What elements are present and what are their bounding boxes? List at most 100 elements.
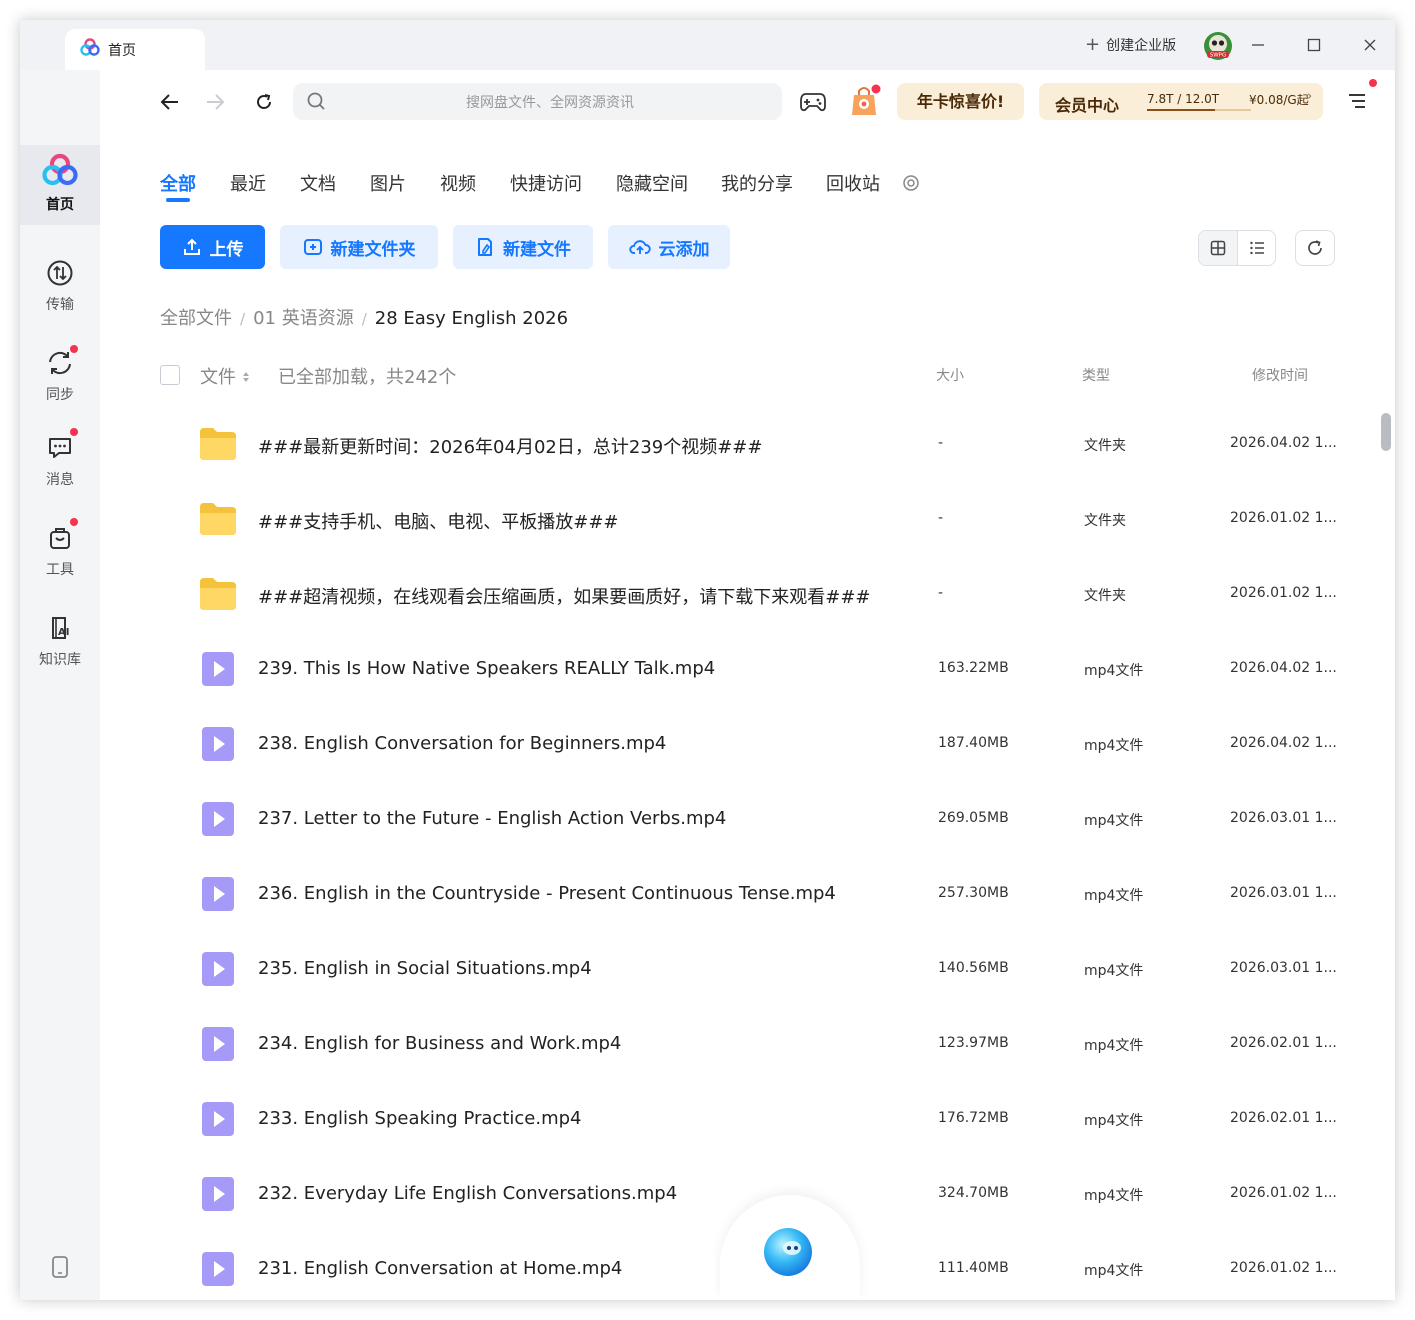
upload-label: 上传 (209, 239, 244, 260)
type-column-header[interactable]: 类型 (1082, 365, 1110, 385)
file-name: 232. Everyday Life English Conversations… (258, 1183, 678, 1204)
tab-hidden-space[interactable]: 隐藏空间 (616, 170, 688, 196)
file-row[interactable]: 239. This Is How Native Speakers REALLY … (160, 633, 1360, 708)
sidebar-item-label: 工具 (46, 562, 74, 578)
tab-images[interactable]: 图片 (370, 170, 406, 196)
modified-column-header[interactable]: 修改时间 (1252, 365, 1308, 385)
file-row[interactable]: 237. Letter to the Future - English Acti… (160, 783, 1360, 858)
new-file-label: 新建文件 (503, 239, 571, 260)
tab-recycle-bin[interactable]: 回收站 (826, 170, 880, 196)
minimize-button[interactable] (1245, 32, 1271, 58)
sidebar-item-messages[interactable]: 消息 (20, 420, 100, 500)
storage-progress-fill (1147, 109, 1215, 111)
baidu-netdisk-logo-icon (42, 153, 78, 186)
close-button[interactable] (1357, 32, 1383, 58)
sidebar-item-label: 消息 (46, 472, 74, 488)
file-modified: 2026.04.02 1... (1230, 660, 1337, 676)
video-file-icon (198, 725, 238, 763)
file-row[interactable]: ###超清视频，在线观看会压缩画质，如果要画质好，请下载下来观看### - 文件夹 2… (160, 558, 1360, 633)
file-name: ###超清视频，在线观看会压缩画质，如果要画质好，请下载下来观看### (258, 587, 871, 608)
new-folder-button[interactable]: 新建文件夹 (280, 225, 438, 269)
file-row[interactable]: ###支持手机、电脑、电视、平板播放### - 文件夹 2026.01.02 1... (160, 483, 1360, 558)
file-modified: 2026.04.02 1... (1230, 735, 1337, 751)
gift-bag-icon[interactable] (849, 82, 883, 118)
file-type: mp4文件 (1084, 888, 1144, 904)
file-row[interactable]: 234. English for Business and Work.mp4 12… (160, 1008, 1360, 1083)
search-input[interactable] (333, 83, 767, 122)
file-row[interactable]: 236. English in the Countryside - Presen… (160, 858, 1360, 933)
sidebar-item-tools[interactable]: 工具 (20, 510, 100, 590)
select-all-checkbox[interactable] (160, 365, 180, 385)
sidebar-item-knowledge[interactable]: AI 知识库 (20, 600, 100, 680)
plus-icon: + (1085, 34, 1101, 55)
sidebar-item-label: 传输 (46, 297, 74, 313)
sidebar-item-home[interactable]: 首页 (20, 145, 100, 225)
sidebar-item-sync[interactable]: 同步 (20, 335, 100, 415)
file-name: 236. English in the Countryside - Presen… (258, 883, 836, 904)
reload-button[interactable] (249, 90, 279, 114)
tab-settings-icon[interactable] (902, 174, 920, 192)
tab-documents[interactable]: 文档 (300, 170, 336, 196)
forward-button[interactable] (200, 90, 230, 114)
file-name: 238. English Conversation for Beginners.… (258, 733, 667, 754)
ai-assistant-icon[interactable] (762, 1226, 814, 1278)
file-row[interactable]: 233. English Speaking Practice.mp4 176.72… (160, 1083, 1360, 1158)
tab-recent[interactable]: 最近 (230, 170, 266, 196)
sidebar-item-label: 同步 (46, 387, 74, 403)
sync-icon (49, 351, 71, 375)
search-bar (293, 83, 782, 122)
file-row[interactable]: 235. English in Social Situations.mp4 140… (160, 933, 1360, 1008)
file-size: 140.56MB (938, 960, 1009, 976)
storage-price: ¥0.08/G起 (1249, 93, 1309, 107)
file-column-header[interactable]: 文件 (200, 363, 250, 389)
file-size: 111.40MB (938, 1260, 1009, 1276)
tab-quick-access[interactable]: 快捷访问 (510, 170, 582, 196)
file-row[interactable]: ###最新更新时间：2026年04月02日，总计239个视频### - 文件夹 202… (160, 408, 1360, 483)
grid-view-button[interactable] (1199, 231, 1238, 265)
refresh-icon (1308, 240, 1322, 255)
file-type: mp4文件 (1084, 738, 1144, 754)
file-row[interactable]: 238. English Conversation for Beginners.… (160, 708, 1360, 783)
close-icon (1364, 39, 1376, 51)
file-type: mp4文件 (1084, 663, 1144, 679)
tab-my-shares[interactable]: 我的分享 (721, 170, 793, 196)
breadcrumb-all-files[interactable]: 全部文件 (160, 308, 232, 329)
vip-title: 会员中心 (1055, 96, 1120, 115)
sync-badge (70, 345, 78, 353)
size-column-header[interactable]: 大小 (936, 365, 964, 385)
sidebar-item-transfer[interactable]: 传输 (20, 245, 100, 325)
tab-home[interactable]: 首页 (65, 29, 205, 70)
folder-icon (198, 500, 238, 538)
phone-icon[interactable] (51, 1256, 69, 1278)
create-enterprise-button[interactable]: + 创建企业版 (1085, 35, 1176, 55)
maximize-button[interactable] (1301, 32, 1327, 58)
video-file-icon (198, 800, 238, 838)
svg-text:AI: AI (58, 627, 69, 638)
scrollbar[interactable] (1381, 413, 1391, 451)
file-modified: 2026.02.01 1... (1230, 1035, 1337, 1051)
file-size: - (938, 435, 944, 451)
tab-videos[interactable]: 视频 (440, 170, 476, 196)
maximize-icon (1307, 38, 1321, 52)
chevron-right-icon: › (1307, 89, 1313, 104)
cloud-upload-icon (628, 240, 651, 254)
tab-all[interactable]: 全部 (160, 170, 196, 196)
cloud-add-button[interactable]: 云添加 (608, 225, 730, 269)
list-view-button[interactable] (1238, 231, 1275, 265)
refresh-list-button[interactable] (1295, 230, 1335, 266)
back-button[interactable] (155, 90, 185, 114)
upload-button[interactable]: 上传 (160, 225, 265, 269)
file-name: 239. This Is How Native Speakers REALLY … (258, 658, 716, 679)
avatar[interactable]: SWPG (1203, 31, 1233, 61)
breadcrumb-english-resources[interactable]: 01 英语资源 (253, 308, 354, 329)
breadcrumb-current: 28 Easy English 2026 (374, 308, 569, 329)
file-size: 269.05MB (938, 810, 1009, 826)
new-file-button[interactable]: 新建文件 (453, 225, 593, 269)
gamepad-icon[interactable] (799, 90, 827, 114)
annual-promo-button[interactable]: 年卡惊喜价! (897, 83, 1024, 120)
vip-center-button[interactable]: 会员中心 7.8T / 12.0T ¥0.08/G起 › (1039, 83, 1323, 120)
menu-icon[interactable] (1346, 90, 1368, 112)
menu-badge (1369, 79, 1377, 87)
toolbox-icon (50, 528, 70, 549)
title-bar: 首页 + 创建企业版 SWPG (20, 20, 1395, 70)
